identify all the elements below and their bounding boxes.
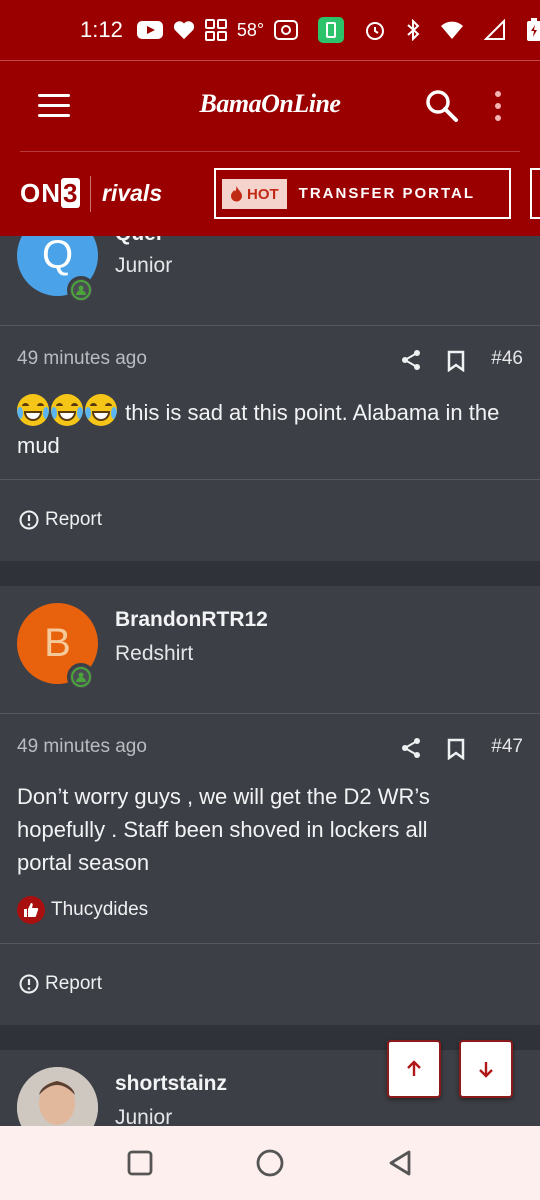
post-username[interactable]: Quel bbox=[115, 236, 162, 246]
more-options-icon[interactable] bbox=[488, 89, 508, 123]
temperature-text: 58° bbox=[236, 19, 265, 40]
thread-content[interactable]: Q Quel Junior 49 minutes ago #46 this is… bbox=[0, 236, 540, 1126]
user-photo bbox=[17, 1067, 98, 1126]
post-card: B BrandonRTR12 Redshirt 49 minutes ago #… bbox=[0, 586, 540, 1025]
status-bar: 1:12 58° bbox=[0, 0, 540, 60]
online-status-icon bbox=[67, 276, 95, 304]
rivals-logo[interactable]: rivals bbox=[102, 180, 162, 207]
post-time: 49 minutes ago bbox=[17, 348, 147, 369]
user-rank: Junior bbox=[115, 254, 173, 277]
scroll-up-button[interactable] bbox=[387, 1040, 441, 1098]
alert-circle-icon bbox=[19, 974, 39, 994]
battery-icon bbox=[526, 18, 540, 42]
bluetooth-icon bbox=[406, 19, 420, 41]
post-username[interactable]: BrandonRTR12 bbox=[115, 608, 268, 632]
share-icon[interactable] bbox=[400, 349, 422, 371]
avatar-letter: B bbox=[44, 621, 71, 665]
post-number-link[interactable]: #47 bbox=[491, 736, 523, 758]
heart-icon bbox=[173, 20, 195, 40]
alert-circle-icon bbox=[19, 510, 39, 530]
home-icon[interactable] bbox=[255, 1148, 285, 1178]
flame-icon bbox=[231, 186, 242, 202]
arrow-down-icon bbox=[479, 1062, 493, 1078]
apps-icon bbox=[204, 19, 227, 41]
post-body: this is sad at this point. Alabama in th… bbox=[17, 394, 517, 462]
joy-emoji-icon bbox=[85, 394, 117, 426]
network-bar: ON3 rivals HOT TRANSFER PORTAL bbox=[0, 152, 540, 236]
scroll-down-button[interactable] bbox=[459, 1040, 513, 1098]
online-status-icon bbox=[67, 663, 95, 691]
wifi-icon bbox=[440, 20, 464, 40]
battery-saver-icon bbox=[318, 17, 345, 43]
hot-badge-label: HOT bbox=[247, 185, 279, 203]
hot-badge: HOT bbox=[222, 178, 287, 209]
arrow-up-icon bbox=[407, 1060, 421, 1076]
report-button[interactable]: Report bbox=[19, 973, 102, 995]
report-label: Report bbox=[45, 509, 103, 530]
user-rank: Redshirt bbox=[115, 642, 194, 665]
user-rank: Junior bbox=[115, 1106, 173, 1126]
post-time: 49 minutes ago bbox=[17, 736, 147, 757]
avatar[interactable] bbox=[17, 1067, 98, 1126]
post-text: Don’t worry guys , we will get the D2 WR… bbox=[17, 784, 430, 875]
app-header: BamaOnLine bbox=[0, 60, 540, 152]
on3-logo[interactable]: ON3 bbox=[20, 178, 81, 209]
report-label: Report bbox=[45, 973, 103, 994]
divider bbox=[0, 943, 540, 944]
divider bbox=[0, 325, 540, 326]
reaction-summary[interactable]: Thucydides bbox=[17, 896, 148, 924]
youtube-icon bbox=[136, 21, 163, 39]
logo-separator bbox=[90, 176, 91, 212]
system-nav-bar bbox=[0, 1126, 540, 1200]
avatar-letter: Q bbox=[41, 236, 74, 277]
divider bbox=[0, 479, 540, 480]
transfer-portal-button[interactable]: HOT TRANSFER PORTAL bbox=[214, 168, 511, 219]
recent-apps-icon[interactable] bbox=[125, 1148, 155, 1178]
reaction-user: Thucydides bbox=[51, 899, 149, 920]
divider bbox=[0, 713, 540, 714]
share-icon[interactable] bbox=[400, 737, 422, 759]
status-time: 1:12 bbox=[80, 17, 123, 42]
transfer-portal-label: TRANSFER PORTAL bbox=[298, 185, 476, 202]
bookmark-icon[interactable] bbox=[447, 738, 469, 761]
search-icon[interactable] bbox=[425, 89, 459, 123]
thumbs-up-icon bbox=[17, 896, 45, 924]
next-nav-button[interactable] bbox=[530, 168, 540, 219]
alarm-icon bbox=[364, 19, 386, 41]
back-icon[interactable] bbox=[385, 1148, 415, 1178]
joy-emoji-icon bbox=[51, 394, 83, 426]
joy-emoji-icon bbox=[17, 394, 49, 426]
signal-icon bbox=[484, 19, 506, 41]
post-number-link[interactable]: #46 bbox=[491, 348, 523, 370]
post-username[interactable]: shortstainz bbox=[115, 1072, 227, 1096]
nfc-icon bbox=[274, 20, 299, 40]
post-card: Q Quel Junior 49 minutes ago #46 this is… bbox=[0, 236, 540, 561]
site-logo[interactable]: BamaOnLine bbox=[0, 89, 540, 119]
bookmark-icon[interactable] bbox=[447, 350, 469, 373]
report-button[interactable]: Report bbox=[19, 509, 102, 531]
